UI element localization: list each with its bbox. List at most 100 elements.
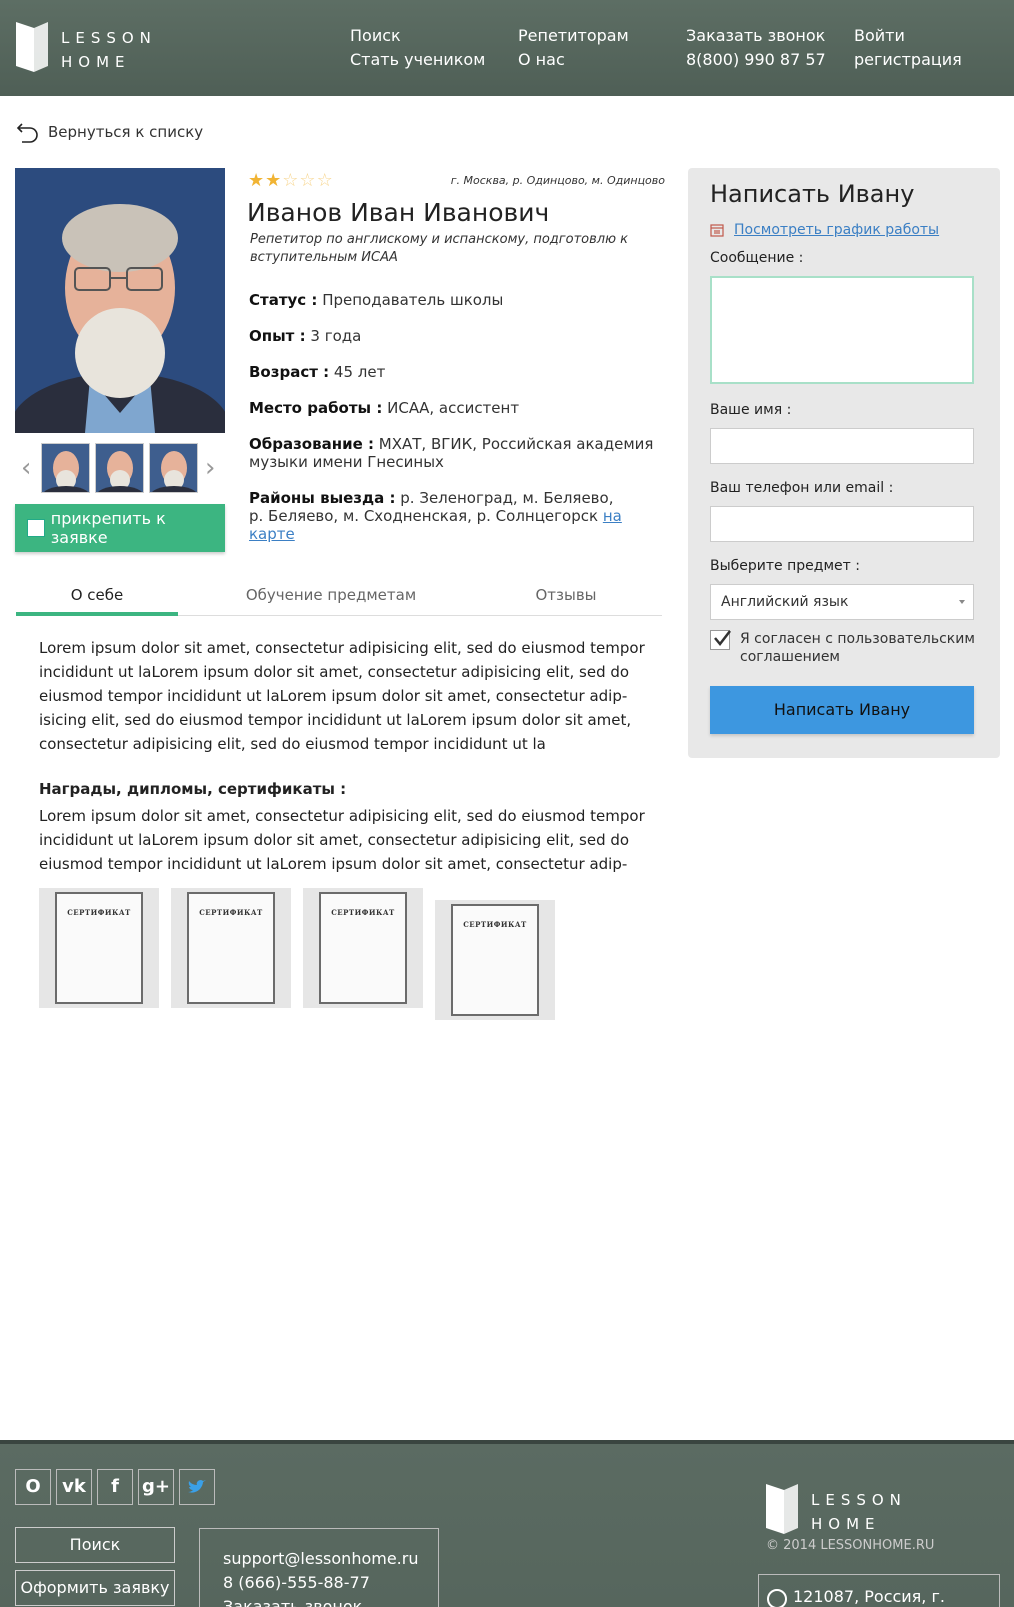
certificate-4[interactable]: СЕРТИФИКАТ [435, 900, 555, 1020]
certificate-2[interactable]: СЕРТИФИКАТ [171, 888, 291, 1008]
nav-tutors[interactable]: Репетиторам [518, 24, 629, 48]
profile-tabs: О себе Обучение предметам Отзывы [16, 578, 662, 616]
contact-form: Написать Ивану Посмотреть график работы … [688, 168, 1000, 758]
awards-title: Награды, дипломы, сертификаты : [39, 780, 347, 798]
contact-input[interactable] [710, 506, 974, 542]
vk-icon[interactable]: vk [56, 1469, 92, 1505]
submit-button[interactable]: Написать Ивану [710, 686, 974, 734]
info-education: Образование : МХАТ, ВГИК, Российская ака… [249, 435, 669, 471]
education-label: Образование : [249, 435, 374, 453]
callback-link[interactable]: Заказать звонок [223, 1595, 438, 1607]
star-empty-icon: ☆ [282, 170, 300, 191]
contact-label: Ваш телефон или email : [710, 480, 894, 496]
tutor-subtitle: Репетитор по англискому и испанскому, по… [250, 232, 629, 265]
chevron-down-icon [959, 600, 965, 604]
attach-checkbox[interactable] [27, 519, 45, 537]
active-tab-indicator [16, 612, 178, 616]
nav-about[interactable]: О нас [518, 48, 629, 72]
tab-subjects[interactable]: Обучение предметам [216, 586, 446, 604]
nav-phone[interactable]: 8(800) 990 87 57 [686, 48, 826, 72]
certificate-3[interactable]: СЕРТИФИКАТ [303, 888, 423, 1008]
certificate-1[interactable]: СЕРТИФИКАТ [39, 888, 159, 1008]
googleplus-icon[interactable]: g+ [138, 1469, 174, 1505]
status-label: Статус : [249, 291, 318, 309]
back-label: Вернуться к списку [48, 123, 204, 141]
message-label: Сообщение : [710, 250, 804, 266]
experience-label: Опыт : [249, 327, 306, 345]
nav-order-call[interactable]: Заказать звонок [686, 24, 826, 48]
certificate-title: СЕРТИФИКАТ [331, 908, 395, 917]
back-to-list-link[interactable]: Вернуться к списку [16, 120, 203, 144]
info-experience: Опыт : 3 года [249, 327, 669, 345]
photo-thumbnails: ‹ › [15, 443, 225, 493]
info-areas: Районы выезда : р. Зеленоград, м. Беляев… [249, 489, 669, 543]
address-text: 121087, Россия, г. Москва, [793, 1587, 945, 1607]
education-value-2: музыки имени Гнесиных [249, 453, 444, 471]
about-text: Lorem ipsum dolor sit amet, consectetur … [39, 639, 645, 753]
tutor-portrait-illustration [15, 168, 225, 433]
thumbs-prev-arrow-icon[interactable]: ‹ [21, 453, 31, 483]
support-email[interactable]: support@lessonhome.ru [223, 1547, 438, 1571]
areas-label: Районы выезда : [249, 489, 396, 507]
nav-group-1: Поиск Стать учеником [350, 24, 485, 72]
nav-login[interactable]: Войти [854, 24, 962, 48]
star-filled-icon: ★ [248, 170, 266, 191]
thumbs-next-arrow-icon[interactable]: › [205, 453, 215, 483]
nav-become-student[interactable]: Стать учеником [350, 48, 485, 72]
certificate-title: СЕРТИФИКАТ [199, 908, 263, 917]
areas-value-1: р. Зеленоград, м. Беляево, [400, 489, 614, 507]
facebook-icon[interactable]: f [97, 1469, 133, 1505]
footer-search-button[interactable]: Поиск [15, 1527, 175, 1563]
nav-search[interactable]: Поиск [350, 24, 485, 48]
name-input[interactable] [710, 428, 974, 464]
star-empty-icon: ☆ [316, 170, 334, 191]
tab-reviews[interactable]: Отзывы [496, 586, 636, 604]
schedule-link[interactable]: Посмотреть график работы [710, 222, 939, 238]
agree-checkbox-row[interactable]: Я согласен с пользовательским соглашение… [710, 630, 980, 666]
thumbnail-1[interactable] [41, 443, 90, 493]
rating-stars: ★★☆☆☆ [248, 170, 334, 191]
ok-icon[interactable]: O [15, 1469, 51, 1505]
name-label: Ваше имя : [710, 402, 792, 418]
experience-value: 3 года [310, 327, 362, 345]
location-pin-icon [767, 1589, 787, 1607]
back-arrow-icon [16, 123, 38, 143]
areas-value-2: р. Беляево, м. Сходненская, р. Солнцегор… [249, 507, 599, 525]
work-label: Место работы : [249, 399, 383, 417]
footer-logo[interactable]: LESSON HOME [766, 1484, 906, 1536]
status-value: Преподаватель школы [322, 291, 504, 309]
tab-about[interactable]: О себе [16, 586, 178, 604]
copyright: © 2014 LESSONHOME.RU [766, 1538, 935, 1553]
thumbnail-2[interactable] [95, 443, 144, 493]
info-work: Место работы : ИСАА, ассистент [249, 399, 669, 417]
logo-mark-icon [766, 1484, 798, 1534]
nav-register[interactable]: регистрация [854, 48, 962, 72]
nav-group-3: Заказать звонок 8(800) 990 87 57 [686, 24, 826, 72]
site-footer: O vk f g+ Поиск Оформить заявку support@… [0, 1440, 1014, 1607]
tutor-photo [15, 168, 225, 433]
logo-text-home: HOME [61, 53, 131, 71]
subject-label: Выберите предмет : [710, 558, 860, 574]
nav-group-4: Войти регистрация [854, 24, 962, 72]
calendar-icon [710, 224, 724, 237]
footer-logo-home: HOME [811, 1515, 881, 1533]
thumbnail-3[interactable] [149, 443, 198, 493]
star-empty-icon: ☆ [299, 170, 317, 191]
logo-text-lesson: LESSON [61, 29, 157, 47]
twitter-icon[interactable] [179, 1469, 215, 1505]
star-filled-icon: ★ [265, 170, 283, 191]
footer-contacts: support@lessonhome.ru 8 (666)-555-88-77 … [199, 1528, 439, 1607]
attach-to-request-button[interactable]: прикрепить к заявке [15, 504, 225, 552]
logo[interactable]: LESSON HOME [16, 22, 156, 74]
age-value: 45 лет [333, 363, 386, 381]
attach-label: прикрепить к заявке [50, 509, 166, 547]
agree-checkbox[interactable] [710, 630, 731, 650]
age-label: Возраст : [249, 363, 330, 381]
info-status: Статус : Преподаватель школы [249, 291, 669, 309]
footer-order-button[interactable]: Оформить заявку [15, 1570, 175, 1606]
message-textarea[interactable] [710, 276, 974, 384]
awards-text: Lorem ipsum dolor sit amet, consectetur … [39, 807, 645, 873]
subject-select[interactable]: Английский язык [710, 584, 974, 620]
work-value: ИСАА, ассистент [387, 399, 520, 417]
support-phone[interactable]: 8 (666)-555-88-77 [223, 1571, 438, 1595]
